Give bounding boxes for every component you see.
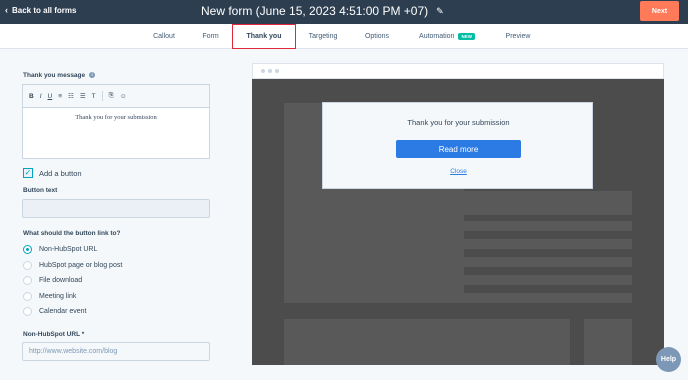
button-text-label: Button text [23,187,58,194]
radio-calendar-event[interactable]: Calendar event [23,307,86,316]
tab-bar: Callout Form Thank you Targeting Options… [0,24,688,49]
rich-text-editor: B I U ≡ ☷ ☰ T ⎘ ☺ Thank you for your sub… [22,84,210,159]
clear-format-icon[interactable]: T [92,93,96,100]
underline-icon[interactable]: U [48,93,53,100]
radio-label: Non-HubSpot URL [39,246,98,253]
radio-label: Meeting link [39,293,77,300]
tab-label: Options [364,33,390,40]
bulleted-list-icon[interactable]: ☷ [68,92,74,100]
new-badge: NEW [458,33,475,40]
placeholder-block [464,239,632,249]
radio-hubspot-page[interactable]: HubSpot page or blog post [23,261,122,270]
back-to-forms-link[interactable]: ‹ Back to all forms [5,5,77,16]
read-more-button[interactable]: Read more [396,140,521,158]
tab-options[interactable]: Options [358,24,396,49]
checkmark-icon[interactable]: ✓ [23,168,33,178]
tab-callout[interactable]: Callout [142,24,186,49]
radio-button[interactable] [23,307,32,316]
radio-label: HubSpot page or blog post [39,262,123,269]
tab-targeting[interactable]: Targeting [298,24,348,49]
url-input[interactable]: http://www.website.com/blog [22,342,210,361]
label-text: Thank you message [23,72,86,79]
merge-field-icon[interactable]: ⎘ [109,92,114,100]
tab-form[interactable]: Form [194,24,227,49]
form-title-text: New form (June 15, 2023 4:51:00 PM +07) [201,4,429,18]
add-button-label: Add a button [39,168,82,178]
chevron-left-icon: ‹ [5,5,8,15]
toolbar-divider [101,91,103,101]
tab-label: Targeting [308,33,338,40]
browser-chrome [252,63,664,79]
editor-toolbar: B I U ≡ ☷ ☰ T ⎘ ☺ [23,85,209,108]
placeholder-block [464,257,632,267]
placeholder-block [284,319,570,365]
radio-button[interactable] [23,292,32,301]
tab-label: Callout [153,33,175,40]
radio-non-hubspot-url[interactable]: Non-HubSpot URL [23,245,97,254]
radio-meeting-link[interactable]: Meeting link [23,292,76,301]
tab-preview[interactable]: Preview [496,24,540,49]
placeholder-block [464,293,632,303]
tab-label: Form [202,33,219,40]
placeholder-block [464,191,632,215]
button-text-input[interactable] [22,199,210,218]
tab-label: Preview [505,33,531,40]
thank-you-message-label: Thank you message i [23,72,96,79]
italic-icon[interactable]: I [40,93,42,100]
tab-automation[interactable]: Automation NEW [410,24,484,49]
top-header: ‹ Back to all forms New form (June 15, 2… [0,0,688,24]
placeholder-block [464,221,632,231]
placeholder-block [464,275,632,285]
link-question-label: What should the button link to? [23,230,121,237]
radio-label: File download [39,277,83,284]
radio-button[interactable] [23,261,32,270]
placeholder-block [584,319,632,365]
align-icon[interactable]: ≡ [58,93,62,100]
emoji-icon[interactable]: ☺ [120,93,127,100]
tab-label: Thank you [246,33,282,40]
back-label: Back to all forms [12,6,77,15]
next-button[interactable]: Next [640,1,679,21]
radio-file-download[interactable]: File download [23,276,82,285]
help-button[interactable]: Help [656,347,681,372]
form-title: New form (June 15, 2023 4:51:00 PM +07) … [201,4,444,18]
radio-button[interactable] [23,276,32,285]
editor-content[interactable]: Thank you for your submission [23,114,209,121]
window-dots-icon [261,69,279,73]
numbered-list-icon[interactable]: ☰ [80,92,86,100]
radio-button[interactable] [23,245,32,254]
url-field-label: Non-HubSpot URL * [23,331,85,338]
modal-message: Thank you for your submission [407,118,510,127]
tab-label: Automation [419,33,455,40]
radio-label: Calendar event [39,308,87,315]
close-link[interactable]: Close [323,168,594,175]
pencil-icon[interactable]: ✎ [436,6,444,17]
info-icon[interactable]: i [89,72,96,79]
add-button-checkbox[interactable]: ✓ Add a button [23,168,82,178]
thank-you-modal: Thank you for your submission Read more … [322,102,593,189]
tab-thank-you[interactable]: Thank you [232,24,296,49]
bold-icon[interactable]: B [29,93,34,100]
